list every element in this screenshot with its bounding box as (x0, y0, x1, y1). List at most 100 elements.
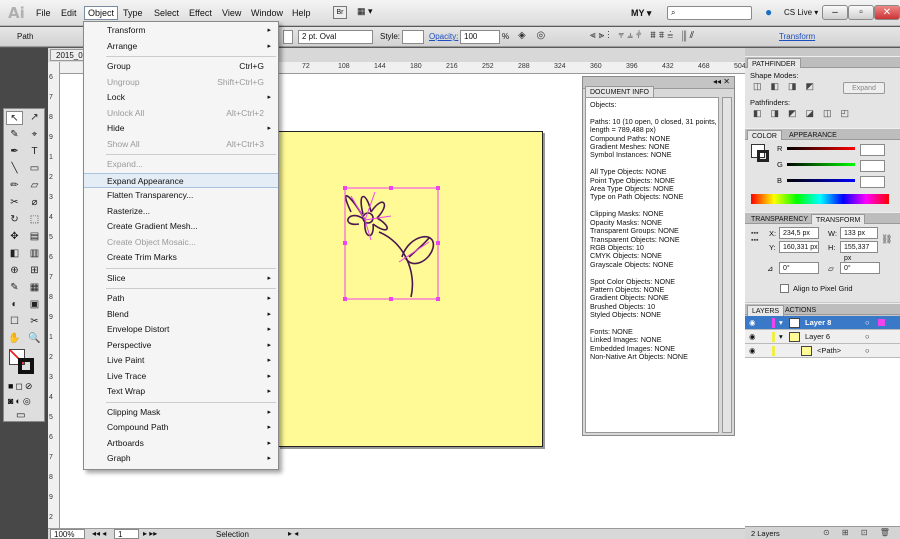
constrain-proportions-icon[interactable]: ⛓ (881, 234, 892, 245)
symbol-sprayer-icon[interactable]: ◧ (6, 247, 23, 261)
artboard-nav-prev[interactable]: ◂◂ ◂ (92, 529, 106, 538)
bridge-icon[interactable]: Br (333, 6, 347, 19)
arrange-documents-icon[interactable]: ▦ ▾ (357, 6, 381, 19)
menu-view[interactable]: View (222, 8, 241, 18)
color-spectrum[interactable] (751, 194, 889, 204)
layer-row-6[interactable]: ◉ ▾ Layer 6 ○ (745, 330, 900, 344)
menu-item-hide[interactable]: Hide ▸ (84, 121, 278, 136)
menu-item-slice[interactable]: Slice ▸ (84, 271, 278, 286)
zoom-icon[interactable]: 🔍 (26, 332, 43, 346)
red-slider[interactable] (787, 147, 855, 150)
live-paint-select-icon[interactable]: ▣ (26, 298, 43, 312)
screen-mode-icon[interactable]: ▭ (16, 410, 25, 421)
blend-icon[interactable]: ▦ (26, 281, 43, 295)
red-input[interactable] (860, 144, 885, 156)
menu-item-flatten-transparency[interactable]: Flatten Transparency... (84, 188, 278, 203)
menu-object[interactable]: Object (84, 6, 119, 20)
slice-icon[interactable]: ✂ (26, 315, 43, 329)
menu-edit[interactable]: Edit (61, 8, 77, 18)
visibility-eye-icon[interactable]: ◉ (749, 316, 756, 330)
zoom-select[interactable]: 100% (50, 529, 85, 539)
direct-selection-tool-icon[interactable]: ↗ (26, 111, 43, 125)
reference-point-icon[interactable]: ▪▪▪ ▪▪▪ (751, 230, 758, 244)
menu-item-perspective[interactable]: Perspective ▸ (84, 338, 278, 353)
line-tool-icon[interactable]: ╲ (6, 162, 23, 176)
warp-icon[interactable]: ✥ (6, 230, 23, 244)
flower-artwork[interactable] (279, 132, 544, 448)
visibility-eye-icon[interactable]: ◉ (749, 344, 756, 358)
selection-tool-icon[interactable]: ↖ (6, 111, 23, 125)
maximize-button[interactable]: ▫ (848, 5, 874, 20)
expand-button[interactable]: Expand (843, 82, 885, 94)
target-icon[interactable]: ○ (865, 344, 870, 358)
scale-icon[interactable]: ⬚ (26, 213, 43, 227)
visibility-eye-icon[interactable]: ◉ (749, 330, 756, 344)
lasso-icon[interactable]: ⌖ (26, 128, 43, 142)
menu-file[interactable]: File (36, 8, 51, 18)
menu-item-lock[interactable]: Lock ▸ (84, 90, 278, 105)
recolor-icon[interactable]: ◈ ◎ (518, 30, 549, 41)
menu-item-path[interactable]: Path ▸ (84, 291, 278, 306)
menu-item-create-trim-marks[interactable]: Create Trim Marks (84, 250, 278, 265)
artboard-icon[interactable]: ☐ (6, 315, 23, 329)
shape-mode-icons[interactable]: ◫◧◨◩ (753, 81, 823, 92)
menu-item-expand-appearance[interactable]: Expand Appearance (84, 172, 278, 188)
gradient-icon[interactable]: ⊞ (26, 264, 43, 278)
panel-collapse-icon[interactable]: ◂◂ ✕ (713, 77, 730, 86)
live-paint-icon[interactable]: ◐ (6, 298, 23, 312)
expand-triangle-icon[interactable]: ▾ (779, 316, 783, 330)
close-button[interactable]: ✕ (874, 5, 900, 20)
rotate-select[interactable]: 0° (779, 262, 819, 274)
mesh-icon[interactable]: ⊕ (6, 264, 23, 278)
tab-layers[interactable]: LAYERS (747, 305, 785, 316)
search-input[interactable]: ⌕ (667, 6, 752, 20)
layer-row-8[interactable]: ◉ ▾ Layer 8 ○ (745, 316, 900, 330)
menu-item-transform[interactable]: Transform ▸ (84, 23, 278, 38)
height-input[interactable]: 155,337 px (840, 241, 878, 262)
scrollbar[interactable] (722, 97, 732, 433)
selection-indicator[interactable] (878, 319, 885, 326)
tab-actions[interactable]: ACTIONS (781, 305, 820, 316)
y-input[interactable]: 160,331 px (779, 241, 819, 253)
blue-input[interactable] (860, 176, 885, 188)
rectangle-tool-icon[interactable]: ▭ (26, 162, 43, 176)
menu-item-arrange[interactable]: Arrange ▸ (84, 39, 278, 54)
status-menu-arrow[interactable]: ▸ ◂ (288, 529, 298, 538)
width-input[interactable]: 133 px (840, 227, 878, 239)
pathfinder-icons[interactable]: ◧◨◩◪◫◰ (753, 108, 858, 119)
color-mode-icons[interactable]: ■◻⊘ (8, 381, 34, 392)
graph-icon[interactable]: ▥ (26, 247, 43, 261)
stroke-swatch[interactable] (757, 150, 769, 162)
menu-item-group[interactable]: Group Ctrl+G (84, 59, 278, 74)
eraser-icon[interactable]: ⌀ (26, 196, 43, 210)
transform-link[interactable]: Transform (779, 32, 815, 41)
menu-item-rasterize[interactable]: Rasterize... (84, 204, 278, 219)
stroke-swatch-icon[interactable] (18, 358, 34, 374)
menu-item-blend[interactable]: Blend ▸ (84, 307, 278, 322)
paintbrush-icon[interactable]: ✏ (6, 179, 23, 193)
shear-select[interactable]: 0° (840, 262, 880, 274)
stroke-weight-stepper[interactable] (283, 30, 293, 44)
green-input[interactable] (860, 160, 885, 172)
opacity-input[interactable]: 100 (460, 30, 500, 44)
magic-wand-icon[interactable]: ✎ (6, 128, 23, 142)
target-icon[interactable]: ○ (865, 330, 870, 344)
menu-item-live-trace[interactable]: Live Trace ▸ (84, 369, 278, 384)
green-slider[interactable] (787, 163, 855, 166)
draw-mode-icons[interactable]: ◙◐◎ (8, 396, 33, 407)
menu-help[interactable]: Help (292, 8, 311, 18)
menu-effect[interactable]: Effect (189, 8, 212, 18)
artboard-number[interactable]: 1 (114, 529, 139, 539)
menu-select[interactable]: Select (154, 8, 179, 18)
pencil-icon[interactable]: ▱ (26, 179, 43, 193)
workspace-switcher[interactable]: MY ▾ (631, 8, 651, 19)
blue-slider[interactable] (787, 179, 855, 182)
minimize-button[interactable]: – (822, 5, 848, 20)
menu-type[interactable]: Type (123, 8, 143, 18)
type-tool-icon[interactable]: T (26, 145, 43, 159)
align-icons[interactable]: ⫷⫸⫶ ⫧⫨⫩ ⩩⩨⩧ ⫼⫽ (590, 30, 697, 41)
artboard[interactable] (278, 131, 543, 447)
eyedropper-icon[interactable]: ✎ (6, 281, 23, 295)
x-input[interactable]: 234,5 px (779, 227, 819, 239)
menu-item-compound-path[interactable]: Compound Path ▸ (84, 420, 278, 435)
